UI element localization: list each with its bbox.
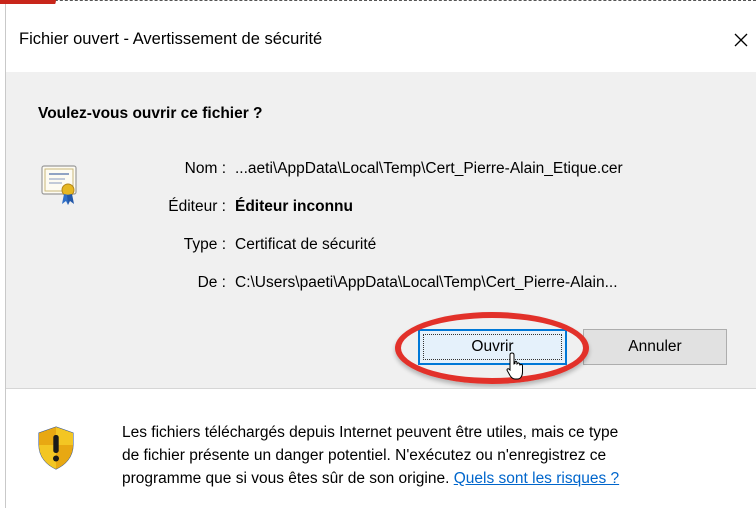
type-label: Type : (183, 236, 226, 253)
publisher-label: Éditeur : (168, 198, 226, 215)
warning-text: Les fichiers téléchargés depuis Internet… (122, 421, 742, 490)
open-button[interactable]: Ouvrir (418, 329, 567, 365)
title-bar: Fichier ouvert - Avertissement de sécuri… (6, 4, 756, 72)
close-icon (734, 33, 748, 47)
focus-rectangle (423, 334, 562, 360)
publisher-value: Éditeur inconnu (235, 198, 353, 215)
name-label: Nom : (184, 160, 226, 177)
from-label: De : (197, 274, 226, 291)
security-shield-icon (38, 426, 74, 470)
warning-footer: Les fichiers téléchargés depuis Internet… (6, 389, 756, 508)
warning-line-3: programme que si vous êtes sûr de son or… (122, 467, 742, 490)
close-button[interactable] (726, 22, 756, 58)
warning-line-1: Les fichiers téléchargés depuis Internet… (122, 424, 619, 441)
dialog-title: Fichier ouvert - Avertissement de sécuri… (19, 30, 323, 48)
warning-line-3-text: programme que si vous êtes sûr de son or… (122, 470, 450, 487)
cancel-button[interactable]: Annuler (583, 329, 727, 365)
cancel-button-label: Annuler (628, 338, 682, 355)
type-value: Certificat de sécurité (235, 236, 377, 253)
name-value: ...aeti\AppData\Local\Temp\Cert_Pierre-A… (235, 160, 623, 177)
dialog-body: Voulez-vous ouvrir ce fichier ? Nom : ..… (6, 72, 756, 388)
warning-line-2: de fichier présente un danger potentiel.… (122, 447, 607, 464)
security-warning-dialog: Fichier ouvert - Avertissement de sécuri… (6, 4, 756, 508)
question-heading: Voulez-vous ouvrir ce fichier ? (38, 105, 263, 122)
from-value: C:\Users\paeti\AppData\Local\Temp\Cert_P… (235, 274, 618, 291)
risks-link[interactable]: Quels sont les risques ? (454, 470, 619, 487)
